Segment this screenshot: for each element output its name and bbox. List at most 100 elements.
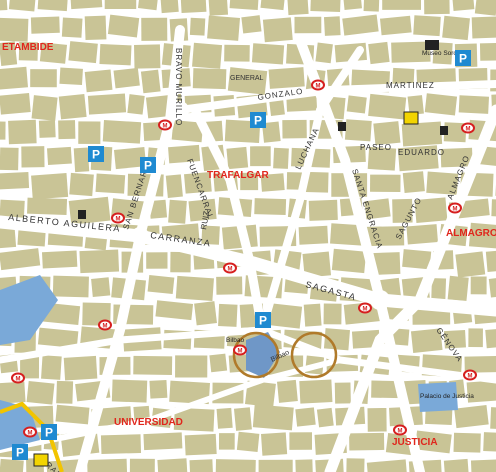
city-block	[402, 249, 432, 270]
city-block	[134, 44, 161, 69]
parking-icon-label: P	[16, 446, 24, 460]
city-block	[127, 94, 145, 115]
city-block	[289, 432, 313, 450]
metro-station-icon[interactable]: M	[393, 424, 407, 436]
city-block	[107, 14, 140, 38]
metro-station-icon[interactable]: M	[23, 426, 37, 438]
parking-icon[interactable]: P	[250, 112, 266, 128]
city-block	[68, 41, 98, 64]
metro-station-icon[interactable]: M	[158, 119, 172, 131]
city-block	[56, 380, 74, 404]
museum-icon[interactable]	[425, 40, 439, 50]
parking-icon-label: P	[45, 426, 53, 440]
city-block	[368, 41, 390, 65]
metro-station-icon[interactable]: M	[11, 372, 25, 384]
roundabout-sagasta	[370, 290, 390, 310]
city-block	[192, 42, 223, 69]
city-block	[226, 146, 249, 170]
city-block	[26, 381, 55, 405]
metro-station-label: M	[468, 374, 473, 380]
city-block	[30, 16, 60, 34]
city-block	[443, 458, 470, 472]
building-icon[interactable]	[78, 210, 86, 219]
parking-icon[interactable]: P	[88, 146, 104, 162]
city-block	[251, 43, 285, 65]
building-icon[interactable]	[440, 126, 448, 135]
city-block	[27, 197, 68, 215]
city-block	[69, 172, 94, 197]
city-block	[363, 0, 380, 12]
city-block	[370, 174, 401, 193]
city-block	[113, 67, 140, 89]
city-block	[170, 251, 191, 273]
parking-icon-label: P	[144, 159, 152, 173]
place-label-palacio-justicia: Palacio de Justicia	[420, 393, 474, 400]
city-block	[0, 458, 24, 472]
city-block	[133, 355, 173, 375]
metro-station-icon[interactable]: M	[223, 262, 237, 274]
city-block	[233, 407, 252, 431]
city-block	[0, 93, 31, 115]
metro-station-icon[interactable]: M	[311, 79, 325, 91]
city-block	[491, 199, 496, 218]
city-block	[216, 276, 243, 295]
metro-station-label: M	[363, 307, 368, 313]
city-block	[194, 301, 217, 326]
city-block	[250, 146, 271, 167]
city-block	[277, 379, 298, 403]
metro-station-icon[interactable]: M	[98, 319, 112, 331]
city-block	[41, 355, 62, 380]
tourist-info-icon[interactable]	[403, 111, 419, 125]
tourist-info-icon[interactable]	[33, 453, 49, 467]
city-block	[453, 432, 481, 453]
city-block	[30, 69, 57, 88]
city-block	[331, 248, 367, 274]
city-block	[342, 0, 362, 11]
parking-icon-label: P	[459, 52, 467, 66]
parking-icon[interactable]: P	[455, 50, 471, 66]
city-block	[454, 404, 489, 429]
metro-station-label: M	[316, 84, 321, 90]
city-block	[55, 404, 90, 425]
city-block	[87, 458, 128, 472]
city-block	[413, 15, 441, 37]
city-block	[349, 432, 385, 451]
city-block	[286, 0, 309, 16]
building-icon[interactable]	[338, 122, 346, 131]
city-block	[334, 382, 351, 404]
city-block	[470, 276, 487, 295]
district-label-justicia: JUSTICIA	[392, 437, 438, 448]
parking-icon[interactable]: P	[41, 424, 57, 440]
street-label: BRAVO MURILLO	[174, 48, 183, 126]
city-block	[298, 225, 329, 245]
city-block	[0, 381, 26, 405]
parking-icon[interactable]: P	[140, 157, 156, 173]
metro-station-icon[interactable]: M	[233, 344, 247, 356]
city-block	[79, 249, 120, 274]
city-block	[102, 120, 142, 144]
metro-station-label: M	[163, 124, 168, 130]
parking-icon-label: P	[92, 148, 100, 162]
city-block	[157, 458, 188, 472]
city-map[interactable]: ALBERTO AGUILERA CARRANZA SAGASTA BRAVO …	[0, 0, 496, 472]
city-block	[258, 459, 293, 472]
metro-station-icon[interactable]: M	[461, 122, 475, 134]
parking-icon[interactable]: P	[12, 444, 28, 460]
city-block	[208, 0, 229, 16]
district-label-almagro: ALMAGRO	[446, 228, 496, 239]
metro-station-icon[interactable]: M	[358, 302, 372, 314]
city-block	[344, 119, 372, 142]
metro-station-icon[interactable]: M	[463, 369, 477, 381]
city-block	[216, 407, 233, 429]
city-block	[346, 95, 367, 114]
city-block	[146, 252, 168, 269]
parking-icon[interactable]: P	[255, 312, 271, 328]
metro-station-label: M	[238, 349, 243, 355]
city-block	[129, 458, 155, 472]
city-block	[100, 434, 142, 455]
city-block	[294, 16, 322, 34]
map-canvas[interactable]: ALBERTO AGUILERA CARRANZA SAGASTA BRAVO …	[0, 0, 496, 472]
metro-station-icon[interactable]: M	[448, 202, 462, 214]
metro-station-icon[interactable]: M	[111, 212, 125, 224]
city-block	[474, 0, 496, 16]
